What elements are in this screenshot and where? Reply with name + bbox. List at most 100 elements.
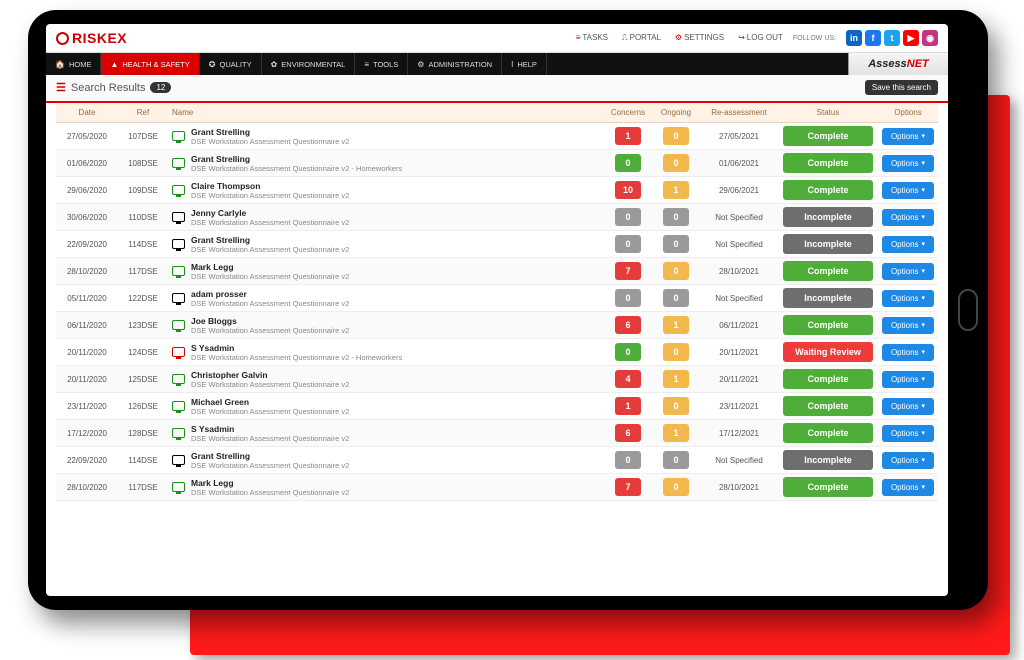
cell-name[interactable]: Grant StrellingDSE Workstation Assessmen… bbox=[168, 123, 604, 150]
cell-name[interactable]: Grant StrellingDSE Workstation Assessmen… bbox=[168, 231, 604, 258]
options-button[interactable]: Options bbox=[882, 452, 934, 469]
assessment-desc: DSE Workstation Assessment Questionnaire… bbox=[191, 218, 349, 227]
options-button[interactable]: Options bbox=[882, 371, 934, 388]
cell-reassessment: 17/12/2021 bbox=[700, 420, 778, 447]
person-name: Christopher Galvin bbox=[191, 370, 268, 380]
social-youtube-icon[interactable]: ▶ bbox=[903, 30, 919, 46]
options-button[interactable]: Options bbox=[882, 263, 934, 280]
nav-administration[interactable]: ⚙ADMINISTRATION bbox=[408, 53, 502, 75]
cell-date: 29/06/2020 bbox=[56, 177, 118, 204]
results-table: Date Ref Name Concerns Ongoing Re-assess… bbox=[56, 103, 938, 501]
cell-name[interactable]: Christopher GalvinDSE Workstation Assess… bbox=[168, 366, 604, 393]
logout-icon: ↪ bbox=[738, 33, 745, 42]
cell-name[interactable]: adam prosserDSE Workstation Assessment Q… bbox=[168, 285, 604, 312]
social-linkedin-icon[interactable]: in bbox=[846, 30, 862, 46]
cell-concerns: 7 bbox=[604, 474, 652, 501]
cell-name[interactable]: S YsadminDSE Workstation Assessment Ques… bbox=[168, 339, 604, 366]
table-row: 23/11/2020126DSEMichael GreenDSE Worksta… bbox=[56, 393, 938, 420]
concerns-badge: 0 bbox=[615, 154, 641, 172]
app-screen: RISKEX ≡TASKS ⎍PORTAL ⚙SETTINGS ↪LOG OUT… bbox=[46, 24, 948, 596]
options-button[interactable]: Options bbox=[882, 155, 934, 172]
nav-tools[interactable]: ≡TOOLS bbox=[355, 53, 408, 75]
link-portal[interactable]: ⎍PORTAL bbox=[622, 33, 661, 43]
cell-name[interactable]: Mark LeggDSE Workstation Assessment Ques… bbox=[168, 474, 604, 501]
cell-name[interactable]: Joe BloggsDSE Workstation Assessment Que… bbox=[168, 312, 604, 339]
cell-ref: 117DSE bbox=[118, 258, 168, 285]
brand-logo[interactable]: RISKEX bbox=[56, 30, 127, 46]
person-name: Grant Strelling bbox=[191, 127, 250, 137]
cell-ref: 108DSE bbox=[118, 150, 168, 177]
nav-environmental[interactable]: ✿ENVIRONMENTAL bbox=[262, 53, 356, 75]
status-badge: Complete bbox=[783, 396, 873, 416]
options-button[interactable]: Options bbox=[882, 290, 934, 307]
search-results-title: Search Results bbox=[71, 82, 146, 94]
tablet-frame: RISKEX ≡TASKS ⎍PORTAL ⚙SETTINGS ↪LOG OUT… bbox=[28, 10, 988, 610]
options-button[interactable]: Options bbox=[882, 209, 934, 226]
nav-health-safety[interactable]: ▲HEALTH & SAFETY bbox=[101, 53, 199, 75]
save-search-button[interactable]: Save this search bbox=[865, 80, 938, 95]
options-button[interactable]: Options bbox=[882, 128, 934, 145]
monitor-icon bbox=[172, 347, 185, 357]
cell-ongoing: 1 bbox=[652, 420, 700, 447]
person-name: Mark Legg bbox=[191, 262, 234, 272]
cell-name[interactable]: Jenny CarlyleDSE Workstation Assessment … bbox=[168, 204, 604, 231]
options-button[interactable]: Options bbox=[882, 479, 934, 496]
link-tasks[interactable]: ≡TASKS bbox=[576, 33, 608, 43]
concerns-badge: 4 bbox=[615, 370, 641, 388]
table-row: 06/11/2020123DSEJoe BloggsDSE Workstatio… bbox=[56, 312, 938, 339]
col-date[interactable]: Date bbox=[56, 103, 118, 123]
cell-options: Options bbox=[878, 312, 938, 339]
status-badge: Complete bbox=[783, 180, 873, 200]
cell-name[interactable]: Grant StrellingDSE Workstation Assessmen… bbox=[168, 447, 604, 474]
monitor-icon bbox=[172, 185, 185, 195]
options-button[interactable]: Options bbox=[882, 182, 934, 199]
assessment-desc: DSE Workstation Assessment Questionnaire… bbox=[191, 407, 349, 416]
cell-reassessment: Not Specified bbox=[700, 204, 778, 231]
col-ongoing[interactable]: Ongoing bbox=[652, 103, 700, 123]
cell-status: Complete bbox=[778, 474, 878, 501]
col-ref[interactable]: Ref bbox=[118, 103, 168, 123]
options-button[interactable]: Options bbox=[882, 398, 934, 415]
cell-concerns: 1 bbox=[604, 123, 652, 150]
ongoing-badge: 0 bbox=[663, 235, 689, 253]
cell-name[interactable]: S YsadminDSE Workstation Assessment Ques… bbox=[168, 420, 604, 447]
options-button[interactable]: Options bbox=[882, 236, 934, 253]
nav-icon: ✪ bbox=[209, 60, 216, 69]
cell-ongoing: 1 bbox=[652, 366, 700, 393]
cell-name[interactable]: Mark LeggDSE Workstation Assessment Ques… bbox=[168, 258, 604, 285]
ongoing-badge: 0 bbox=[663, 397, 689, 415]
monitor-icon bbox=[172, 428, 185, 438]
status-badge: Complete bbox=[783, 126, 873, 146]
assessment-desc: DSE Workstation Assessment Questionnaire… bbox=[191, 488, 349, 497]
options-button[interactable]: Options bbox=[882, 344, 934, 361]
cell-status: Incomplete bbox=[778, 285, 878, 312]
nav-home[interactable]: 🏠HOME bbox=[46, 53, 101, 75]
col-status[interactable]: Status bbox=[778, 103, 878, 123]
monitor-icon bbox=[172, 158, 185, 168]
cell-name[interactable]: Grant StrellingDSE Workstation Assessmen… bbox=[168, 150, 604, 177]
status-badge: Complete bbox=[783, 369, 873, 389]
social-instagram-icon[interactable]: ◉ bbox=[922, 30, 938, 46]
assessment-desc: DSE Workstation Assessment Questionnaire… bbox=[191, 380, 349, 389]
options-button[interactable]: Options bbox=[882, 317, 934, 334]
col-concerns[interactable]: Concerns bbox=[604, 103, 652, 123]
social-twitter-icon[interactable]: t bbox=[884, 30, 900, 46]
link-settings[interactable]: ⚙SETTINGS bbox=[675, 33, 724, 43]
col-options[interactable]: Options bbox=[878, 103, 938, 123]
cell-ongoing: 0 bbox=[652, 123, 700, 150]
results-burger-icon[interactable]: ☰ bbox=[56, 81, 66, 94]
cell-name[interactable]: Michael GreenDSE Workstation Assessment … bbox=[168, 393, 604, 420]
link-logout[interactable]: ↪LOG OUT bbox=[738, 33, 783, 43]
options-button[interactable]: Options bbox=[882, 425, 934, 442]
col-name[interactable]: Name bbox=[168, 103, 604, 123]
social-facebook-icon[interactable]: f bbox=[865, 30, 881, 46]
cell-name[interactable]: Claire ThompsonDSE Workstation Assessmen… bbox=[168, 177, 604, 204]
results-table-wrap[interactable]: Date Ref Name Concerns Ongoing Re-assess… bbox=[46, 103, 948, 596]
monitor-icon bbox=[172, 239, 185, 249]
ongoing-badge: 1 bbox=[663, 370, 689, 388]
status-badge: Incomplete bbox=[783, 207, 873, 227]
col-reassessment[interactable]: Re-assessment bbox=[700, 103, 778, 123]
nav-quality[interactable]: ✪QUALITY bbox=[200, 53, 262, 75]
cell-date: 20/11/2020 bbox=[56, 339, 118, 366]
nav-help[interactable]: iHELP bbox=[502, 53, 547, 75]
